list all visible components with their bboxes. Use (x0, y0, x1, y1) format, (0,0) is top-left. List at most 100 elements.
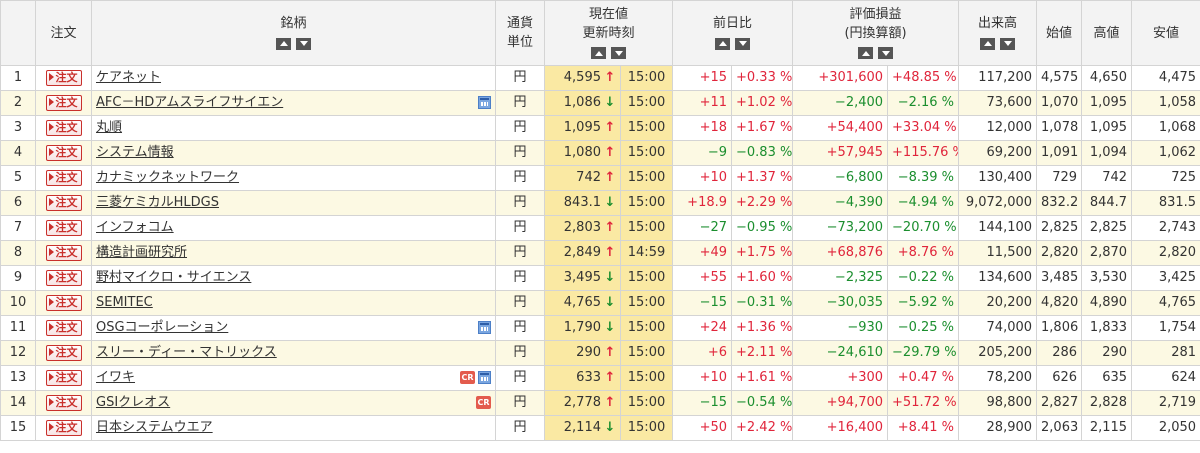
stock-name-link[interactable]: スリー・ディー・マトリックス (96, 345, 277, 360)
stock-name-link[interactable]: 日本システムウエア (96, 420, 213, 435)
order-button[interactable]: 注文 (45, 194, 82, 211)
sort-asc-button[interactable] (591, 47, 606, 59)
pl-percent: −0.25 % (887, 315, 960, 341)
credit-icon[interactable]: CR (460, 371, 475, 384)
pl-percent: −0.22 % (887, 265, 960, 291)
sort-up-icon (861, 50, 870, 56)
stock-name-link[interactable]: GSIクレオス (96, 395, 170, 410)
change-percent: +0.33 % (731, 65, 794, 91)
sort-asc-button[interactable] (276, 37, 291, 50)
stock-name-link[interactable]: カナミックネットワーク (96, 170, 239, 185)
stock-name-link[interactable]: イワキ (96, 370, 135, 385)
stock-name-link[interactable]: 構造計画研究所 (96, 245, 187, 260)
pl-value: +54,400 (792, 115, 889, 141)
price-cell: 290 ↑ (544, 340, 621, 366)
currency-cell: 円 (495, 215, 545, 241)
change-percent: +1.60 % (731, 265, 794, 291)
stock-name-cell: 構造計画研究所 (91, 240, 496, 266)
high-cell: 4,650 (1081, 65, 1133, 91)
order-button[interactable]: 注文 (45, 169, 82, 186)
pl-value: −24,610 (792, 340, 889, 366)
sort-desc-button[interactable] (296, 37, 311, 50)
sort-desc-button[interactable] (611, 47, 626, 59)
low-cell: 3,425 (1131, 265, 1200, 291)
sort-asc-button[interactable] (858, 47, 874, 59)
sort-desc-button[interactable] (1000, 37, 1016, 50)
price-cell: 2,849 ↑ (544, 240, 621, 266)
order-button[interactable]: 注文 (45, 369, 82, 386)
sort-down-icon (881, 50, 890, 56)
order-button[interactable]: 注文 (45, 119, 82, 136)
stock-name-cell: インフォコム (91, 215, 496, 241)
order-button[interactable]: 注文 (45, 269, 82, 286)
col-header-currency: 通貨 単位 (495, 0, 545, 66)
sort-down-icon (299, 41, 308, 46)
order-button[interactable]: 注文 (45, 344, 82, 361)
order-cell: 注文 (35, 415, 92, 441)
stock-name-link[interactable]: OSGコーポレーション (96, 320, 228, 335)
order-button[interactable]: 注文 (45, 294, 82, 311)
current-price: 2,114 (563, 420, 601, 435)
arrow-up-icon: ↑ (604, 120, 616, 135)
pl-value: −4,390 (792, 190, 889, 216)
calendar-icon[interactable] (478, 96, 491, 109)
stock-name-link[interactable]: AFC－HDアムスライフサイエン (96, 95, 283, 110)
high-cell: 1,833 (1081, 315, 1133, 341)
table-row: 1 注文 ケアネット円 4,595 ↑ 15:00 +15 +0.33 % +301,600 +4… (0, 65, 1200, 91)
change-value: −15 (672, 390, 733, 416)
calendar-icon[interactable] (478, 371, 491, 384)
table-row: 14 注文 GSIクレオス CR 円 2,778 ↑ 15:00 −15 −0.54 % +94,7… (0, 390, 1200, 416)
row-number: 9 (0, 265, 36, 291)
volume-cell: 78,200 (958, 365, 1038, 391)
order-button[interactable]: 注文 (45, 244, 82, 261)
order-button[interactable]: 注文 (45, 69, 82, 86)
stock-name-link[interactable]: 野村マイクロ・サイエンス (96, 270, 251, 285)
stock-name-link[interactable]: 三菱ケミカルHLDGS (96, 195, 219, 210)
change-value: +10 (672, 165, 733, 191)
sort-down-icon (738, 41, 747, 46)
pl-value: −930 (792, 315, 889, 341)
row-number: 1 (0, 65, 36, 91)
arrow-up-icon: ↑ (604, 395, 616, 410)
stock-name-link[interactable]: システム情報 (96, 145, 174, 160)
stock-name-link[interactable]: インフォコム (96, 220, 174, 235)
update-time: 15:00 (619, 140, 674, 166)
high-cell: 1,094 (1081, 140, 1133, 166)
stock-name-cell: システム情報 (91, 140, 496, 166)
arrow-up-icon: ↑ (604, 245, 616, 260)
stock-name-link[interactable]: ケアネット (96, 70, 161, 85)
change-percent: −0.83 % (731, 140, 794, 166)
sort-asc-button[interactable] (715, 37, 731, 50)
order-button[interactable]: 注文 (45, 419, 82, 436)
play-icon (48, 97, 54, 106)
sort-asc-button[interactable] (980, 37, 996, 50)
stock-name-link[interactable]: 丸順 (96, 120, 122, 135)
high-cell: 4,890 (1081, 290, 1133, 316)
play-icon (48, 422, 54, 431)
order-button[interactable]: 注文 (45, 144, 82, 161)
order-button[interactable]: 注文 (45, 219, 82, 236)
table-row: 13 注文 イワキ CR 円 633 ↑ 15:00 +10 +1.61 % +300 +0.47 %… (0, 365, 1200, 391)
stock-name-link[interactable]: SEMITEC (96, 295, 153, 310)
pl-value: +301,600 (792, 65, 889, 91)
change-value: +18 (672, 115, 733, 141)
current-price: 2,849 (563, 245, 601, 260)
high-cell: 290 (1081, 340, 1133, 366)
credit-icon[interactable]: CR (476, 396, 491, 409)
order-button[interactable]: 注文 (45, 94, 82, 111)
col-header-order: 注文 (35, 0, 92, 66)
order-button[interactable]: 注文 (45, 394, 82, 411)
high-cell: 2,115 (1081, 415, 1133, 441)
order-button[interactable]: 注文 (45, 319, 82, 336)
pl-value: −2,325 (792, 265, 889, 291)
open-cell: 2,827 (1036, 390, 1083, 416)
calendar-icon[interactable] (478, 321, 491, 334)
change-value: +10 (672, 365, 733, 391)
row-icons: CR (476, 396, 491, 409)
sort-desc-button[interactable] (878, 47, 894, 59)
sort-desc-button[interactable] (735, 37, 751, 50)
change-value: −27 (672, 215, 733, 241)
change-value: +18.9 (672, 190, 733, 216)
high-cell: 2,825 (1081, 215, 1133, 241)
change-percent: +1.67 % (731, 115, 794, 141)
